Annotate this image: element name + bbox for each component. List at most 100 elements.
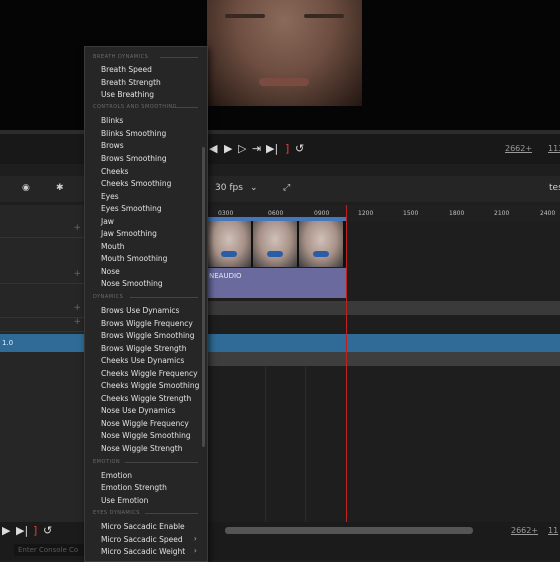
track-lane[interactable]	[207, 301, 560, 315]
play-button[interactable]: ▶	[224, 142, 232, 155]
menu-item[interactable]: Eyes	[101, 192, 119, 201]
ruler-tick: 0300	[218, 210, 234, 217]
timecode-end: 113	[548, 144, 560, 153]
playhead[interactable]	[346, 205, 347, 522]
toolbar-right-text: tes	[549, 183, 560, 193]
property-dropdown-menu[interactable]: BREATH DYNAMICS Breath Speed Breath Stre…	[84, 46, 208, 562]
menu-item[interactable]: Micro Saccadic Weight	[101, 547, 185, 556]
play-button-small[interactable]: ▶	[2, 524, 10, 537]
track-list: + + + +	[0, 205, 84, 522]
loop-button-small[interactable]: ↺	[43, 524, 52, 537]
menu-item[interactable]: Cheeks Use Dynamics	[101, 356, 184, 365]
fast-forward-button[interactable]: ⇥	[252, 142, 261, 155]
face-mouth	[259, 78, 309, 86]
chevron-right-icon: ›	[193, 546, 197, 555]
ruler-tick: 1500	[403, 210, 419, 217]
menu-item[interactable]: Eyes Smoothing	[101, 204, 162, 213]
track-row[interactable]: +	[0, 315, 84, 332]
ruler-tick: 0900	[314, 210, 330, 217]
add-track-icon[interactable]: ✱	[56, 183, 64, 193]
plus-icon[interactable]: +	[73, 223, 81, 233]
mark-out-button[interactable]: ]	[285, 142, 289, 155]
menu-item[interactable]: Emotion Strength	[101, 483, 167, 492]
fit-view-icon[interactable]: ⤢	[283, 183, 290, 193]
console-input[interactable]: Enter Console Co	[14, 544, 88, 556]
plus-icon[interactable]: +	[73, 269, 81, 279]
timecode-current: 2662+	[505, 144, 533, 153]
loop-button[interactable]: ↺	[295, 142, 304, 155]
video-thumbnail	[299, 221, 343, 267]
menu-section-title: BREATH DYNAMICS	[93, 54, 149, 60]
menu-item[interactable]: Breath Strength	[101, 78, 161, 87]
menu-item[interactable]: Breath Speed	[101, 65, 152, 74]
menu-item[interactable]: Brows Wiggle Strength	[101, 344, 186, 353]
menu-section-title: DYNAMICS	[93, 294, 124, 300]
menu-item[interactable]: Brows Wiggle Smoothing	[101, 331, 195, 340]
menu-item[interactable]: Brows	[101, 141, 124, 150]
face-eye	[225, 14, 265, 18]
step-forward-button[interactable]: ▷	[238, 142, 246, 155]
menu-item[interactable]: Use Emotion	[101, 496, 148, 505]
video-thumbnail	[207, 221, 251, 267]
menu-item[interactable]: Cheeks	[101, 167, 128, 176]
ruler-tick: 1200	[358, 210, 374, 217]
menu-item[interactable]: Blinks	[101, 116, 123, 125]
menu-item[interactable]: Jaw Smoothing	[101, 229, 157, 238]
grid-line	[265, 366, 266, 522]
menu-scrollbar[interactable]	[202, 147, 205, 447]
divider	[160, 57, 198, 58]
menu-item[interactable]: Brows Use Dynamics	[101, 306, 179, 315]
track-lane[interactable]	[207, 352, 560, 366]
menu-item[interactable]: Cheeks Smoothing	[101, 179, 171, 188]
divider	[130, 297, 198, 298]
menu-item[interactable]: Use Breathing	[101, 90, 154, 99]
menu-item[interactable]: Micro Saccadic Enable	[101, 522, 185, 531]
ruler-tick: 2100	[494, 210, 510, 217]
mark-button-small[interactable]: ]	[33, 524, 37, 537]
divider	[171, 107, 198, 108]
menu-item[interactable]: Jaw	[101, 217, 114, 226]
audio-clip-label: NEAUDIO	[209, 272, 242, 280]
menu-item[interactable]: Nose Smoothing	[101, 279, 163, 288]
fps-selector[interactable]: 30 fps	[215, 183, 243, 193]
menu-section-title: EMOTION	[93, 459, 121, 465]
menu-section-title: CONTROLS AND SMOOTHING	[93, 104, 178, 110]
ruler-tick: 1800	[449, 210, 465, 217]
bottom-timecode: 2662+	[511, 526, 539, 535]
divider	[125, 462, 198, 463]
ruler-tick: 2400	[540, 210, 556, 217]
menu-item[interactable]: Nose Use Dynamics	[101, 406, 175, 415]
menu-item[interactable]: Blinks Smoothing	[101, 129, 166, 138]
menu-item[interactable]: Emotion	[101, 471, 132, 480]
end-button[interactable]: ▶|	[266, 142, 278, 155]
menu-item[interactable]: Mouth	[101, 242, 125, 251]
menu-item[interactable]: Cheeks Wiggle Smoothing	[101, 381, 199, 390]
menu-item[interactable]: Cheeks Wiggle Frequency	[101, 369, 198, 378]
menu-item[interactable]: Nose	[101, 267, 120, 276]
menu-item[interactable]: Nose Wiggle Frequency	[101, 419, 189, 428]
view-icon[interactable]: ◉	[22, 183, 30, 193]
menu-item[interactable]: Brows Smoothing	[101, 154, 167, 163]
chevron-down-icon[interactable]: ⌄	[250, 183, 258, 193]
chevron-right-icon: ›	[193, 534, 197, 543]
video-thumbnail	[253, 221, 297, 267]
selected-track-lane[interactable]	[207, 334, 560, 352]
menu-item[interactable]: Nose Wiggle Strength	[101, 444, 183, 453]
menu-item[interactable]: Micro Saccadic Speed	[101, 535, 183, 544]
track-value: 1.0	[2, 339, 14, 347]
menu-item[interactable]: Cheeks Wiggle Strength	[101, 394, 191, 403]
track-row[interactable]: +	[0, 267, 84, 284]
menu-item[interactable]: Mouth Smoothing	[101, 254, 167, 263]
face-eye	[304, 14, 344, 18]
timeline-scrollbar[interactable]	[225, 527, 473, 534]
plus-icon[interactable]: +	[73, 303, 81, 313]
end-button-small[interactable]: ▶|	[16, 524, 28, 537]
menu-item[interactable]: Brows Wiggle Frequency	[101, 319, 193, 328]
bottom-timecode-end: 11	[548, 526, 559, 535]
face-preview	[207, 0, 362, 106]
plus-icon[interactable]: +	[73, 317, 81, 327]
menu-item[interactable]: Nose Wiggle Smoothing	[101, 431, 191, 440]
menu-section-title: EYES DYNAMICS	[93, 510, 140, 516]
track-row[interactable]: +	[0, 221, 84, 238]
prev-frame-button[interactable]: ◀	[209, 142, 217, 155]
